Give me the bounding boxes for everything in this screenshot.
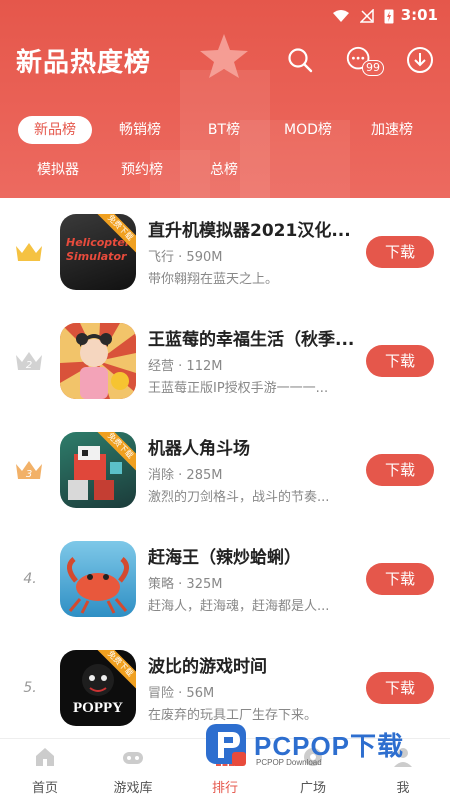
download-icon (407, 47, 433, 73)
app-icon[interactable]: POPPY 免费下载 (60, 650, 136, 726)
tab-new[interactable]: 新品榜 (18, 116, 92, 144)
wifi-icon (333, 10, 349, 22)
app-meta: 经营 · 112M (148, 359, 223, 374)
svg-text:3: 3 (26, 469, 32, 480)
nav-game-library[interactable]: 游戏库 (98, 745, 168, 796)
app-icon[interactable]: 免费下载 (60, 432, 136, 508)
gold-crown-icon (16, 243, 42, 261)
watermark-subtext: PCPOP Download (256, 758, 322, 767)
nav-home[interactable]: 首页 (10, 745, 80, 796)
status-bar: 3:01 (0, 0, 450, 32)
nav-label: 我 (396, 781, 410, 796)
search-icon (288, 48, 313, 73)
tab-overall[interactable]: 总榜 (200, 156, 248, 184)
battery-charging-icon (384, 9, 394, 24)
tab-preorder[interactable]: 预约榜 (112, 156, 172, 184)
download-button[interactable]: 下载 (366, 236, 434, 268)
nav-label: 游戏库 (113, 781, 153, 796)
app-size: 590M (186, 250, 223, 265)
tab-bt[interactable]: BT榜 (200, 116, 248, 144)
app-meta: 冒险 · 56M (148, 686, 215, 701)
silver-crown-icon: 2 (16, 352, 42, 371)
home-icon (36, 748, 54, 766)
app-category: 飞行 (148, 250, 175, 265)
app-size: 285M (186, 468, 223, 483)
app-name: 波比的游戏时间 (148, 657, 267, 677)
download-button[interactable]: 下载 (366, 672, 434, 704)
nav-label: 广场 (299, 781, 326, 796)
app-meta: 消除 · 285M (148, 468, 223, 483)
app-category: 冒险 (148, 686, 175, 701)
bronze-crown-icon: 3 (16, 461, 42, 480)
app-icon-text: POPPY (73, 700, 123, 716)
app-size: 112M (186, 359, 223, 374)
app-desc: 激烈的刀剑格斗，战斗的节奏... (148, 490, 330, 505)
svg-text:2: 2 (26, 360, 32, 371)
tab-accelerate[interactable]: 加速榜 (362, 116, 422, 144)
messages-button[interactable]: 99 (344, 44, 384, 76)
list-item[interactable]: 2 王蓝莓的幸福生活（秋季... 经营 · 112M 王蓝莓正版IP授权手游一一… (0, 307, 450, 416)
rank-number: 5. (23, 680, 37, 696)
app-desc: 带你翱翔在蓝天之上。 (148, 272, 279, 287)
list-item[interactable]: Helicopter Simulator 免费下载 直升机模拟器2021汉化..… (0, 198, 450, 307)
rank-number: 4. (23, 571, 37, 587)
tabs-row-primary: 新品榜 畅销榜 BT榜 MOD榜 加速榜 (0, 116, 450, 146)
app-desc: 在废弃的玩具工厂生存下来。 (148, 708, 318, 723)
page-title: 新品热度榜 (16, 48, 152, 78)
status-icons (332, 8, 394, 24)
app-name: 王蓝莓的幸福生活（秋季... (148, 330, 355, 350)
star-decoration-icon (200, 34, 248, 78)
app-icon[interactable] (60, 541, 136, 617)
search-button[interactable] (284, 44, 316, 76)
list-item[interactable]: 4. 赶海王（辣炒蛤蜊） 策略 · 325M 赶海人，赶海魂，赶海都是人... … (0, 525, 450, 634)
gamepad-icon (123, 752, 143, 764)
app-name: 机器人角斗场 (148, 439, 250, 459)
app-artwork-icon (60, 323, 136, 399)
app-size: 325M (186, 577, 223, 592)
list-item[interactable]: 3 免费下载 机器人角斗场 消除 · 285M 激烈的刀剑格斗，战斗的节奏...… (0, 416, 450, 525)
app-meta: 策略 · 325M (148, 577, 223, 592)
app-artwork-icon (67, 557, 129, 614)
status-time: 3:01 (400, 6, 438, 24)
app-icon[interactable] (60, 323, 136, 399)
header: 3:01 新品热度榜 99 新品榜 畅销榜 BT榜 MOD榜 加速榜 模拟器 预… (0, 0, 450, 198)
tab-emulator[interactable]: 模拟器 (28, 156, 88, 184)
app-name: 赶海王（辣炒蛤蜊） (148, 548, 301, 568)
download-button[interactable]: 下载 (366, 563, 434, 595)
app-size: 56M (186, 686, 215, 701)
nav-label: 排行 (211, 781, 238, 796)
app-category: 消除 (148, 468, 175, 483)
download-button[interactable]: 下载 (366, 454, 434, 486)
nav-label: 首页 (31, 781, 58, 796)
message-badge: 99 (362, 60, 384, 76)
no-signal-icon (360, 9, 374, 23)
watermark: PCPOP下载 PCPOP Download (204, 722, 444, 776)
app-desc: 王蓝莓正版IP授权手游一一一... (148, 381, 329, 396)
tab-mod[interactable]: MOD榜 (278, 116, 338, 144)
app-meta: 飞行 · 590M (148, 250, 223, 265)
app-name: 直升机模拟器2021汉化... (148, 221, 351, 241)
download-button[interactable]: 下载 (366, 345, 434, 377)
app-desc: 赶海人，赶海魂，赶海都是人... (148, 599, 330, 614)
tabs-row-secondary: 模拟器 预约榜 总榜 (0, 156, 450, 186)
tab-bestselling[interactable]: 畅销榜 (112, 116, 168, 144)
app-category: 策略 (148, 577, 175, 592)
app-icon-text: Helicopter Simulator (66, 236, 131, 263)
download-manager-button[interactable] (404, 44, 436, 76)
app-category: 经营 (148, 359, 175, 374)
watermark-logo-icon (206, 724, 246, 766)
app-icon[interactable]: Helicopter Simulator 免费下载 (60, 214, 136, 290)
